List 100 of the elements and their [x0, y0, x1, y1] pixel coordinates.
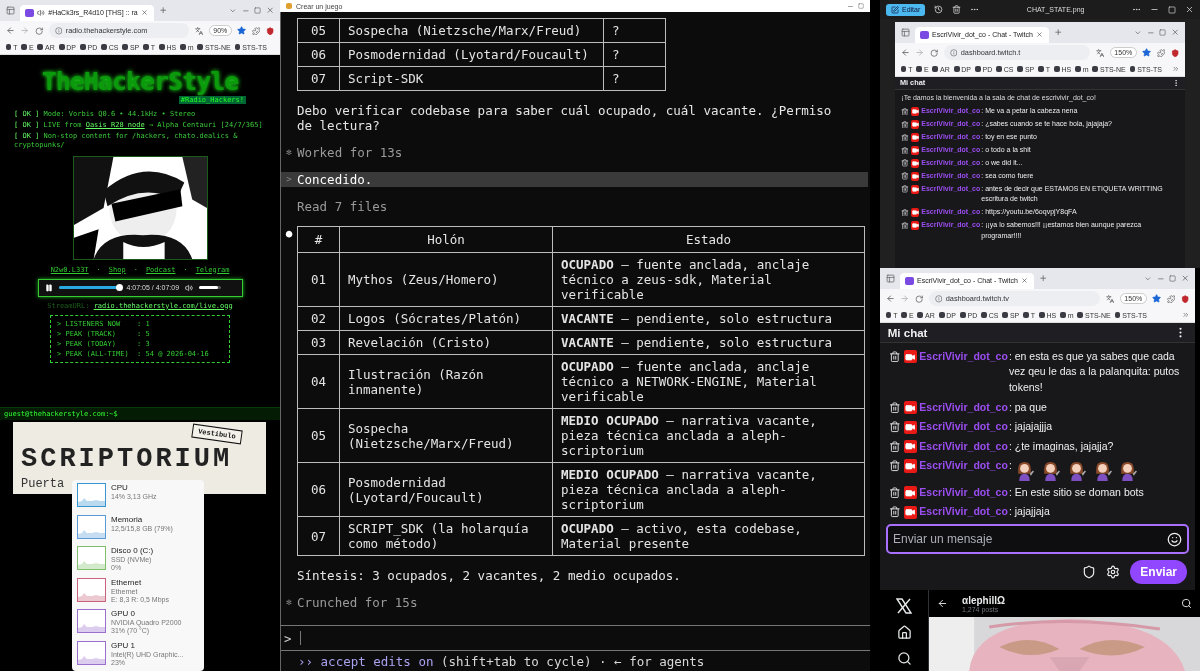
delete-icon[interactable] — [901, 133, 909, 142]
delete-icon[interactable] — [889, 350, 901, 363]
settings-icon[interactable] — [1106, 565, 1121, 579]
search-icon[interactable] — [896, 651, 912, 666]
chevron-down-icon[interactable] — [1143, 274, 1152, 283]
video-badge-icon — [903, 401, 917, 415]
delete-icon[interactable] — [889, 486, 901, 499]
delete-icon[interactable] — [901, 172, 909, 181]
extension-icon[interactable] — [252, 26, 261, 35]
favicon-icon — [959, 312, 966, 319]
info-icon[interactable] — [54, 26, 63, 35]
reload-icon[interactable] — [34, 26, 44, 35]
tab-list-icon[interactable] — [885, 273, 895, 284]
favicon-icon — [953, 66, 960, 73]
delete-icon[interactable] — [901, 146, 909, 155]
favorite-star-icon[interactable] — [1152, 294, 1162, 304]
favorite-star-icon[interactable] — [1142, 48, 1152, 58]
chevron-down-icon[interactable] — [1133, 28, 1142, 37]
message-input[interactable]: Enviar un mensaje — [886, 524, 1189, 554]
column-header: # — [297, 226, 340, 253]
username[interactable]: EscriVivir_dot_co — [919, 419, 1008, 435]
speaker-icon[interactable] — [37, 8, 45, 17]
translate-icon[interactable] — [1095, 48, 1105, 57]
usage-graph[interactable] — [77, 609, 106, 633]
translate-icon[interactable] — [1105, 294, 1115, 303]
maximize-icon[interactable] — [254, 7, 262, 14]
volume-track[interactable] — [199, 286, 222, 290]
delete-icon[interactable] — [901, 159, 909, 168]
table-cell: ? — [603, 42, 666, 67]
prompt-input[interactable]: > — [281, 626, 870, 651]
send-button[interactable]: Enviar — [1130, 560, 1187, 584]
translate-icon[interactable] — [194, 26, 204, 35]
maximize-icon[interactable] — [858, 3, 864, 9]
table-cell: 07 — [297, 66, 340, 91]
progress-track[interactable] — [58, 286, 121, 290]
delete-icon[interactable] — [889, 421, 901, 433]
delete-icon[interactable] — [952, 5, 962, 14]
delete-icon[interactable] — [901, 185, 909, 194]
favicon-icon — [920, 30, 929, 39]
favicon-icon — [981, 312, 987, 319]
username[interactable]: EscriVivir_dot_co — [919, 399, 1008, 416]
delete-icon[interactable] — [901, 120, 909, 129]
username[interactable]: EscriVivir_dot_co — [919, 484, 1008, 501]
delete-icon[interactable] — [901, 208, 909, 217]
extension-icon[interactable] — [1157, 48, 1166, 57]
delete-icon[interactable] — [889, 460, 901, 472]
username[interactable]: EscriVivir_dot_co — [919, 457, 1008, 474]
favicon-icon — [1023, 312, 1029, 319]
video-badge-icon — [910, 185, 920, 194]
video-badge-icon — [910, 133, 920, 142]
favicon-icon — [79, 44, 86, 51]
new-tab-icon[interactable] — [158, 6, 168, 15]
shield-icon[interactable] — [1082, 565, 1097, 579]
favorite-star-icon[interactable] — [237, 26, 247, 36]
usage-graph[interactable] — [77, 546, 106, 570]
delete-icon[interactable] — [901, 221, 909, 230]
maximize-icon[interactable] — [1159, 29, 1167, 36]
more-bookmarks-icon[interactable] — [1181, 311, 1190, 319]
tool-note: Read 7 files — [297, 199, 389, 214]
assistant-message: Debo verificar codebase para saber cuál ocupado, cuál vacante. ¿Permiso de lectura? — [297, 103, 833, 133]
table-cell: Revelación (Cristo) — [339, 330, 553, 355]
back-icon[interactable] — [937, 598, 948, 609]
more-options-icon[interactable] — [970, 5, 980, 14]
rotate-icon[interactable] — [934, 5, 944, 14]
search-icon[interactable] — [1181, 598, 1192, 609]
delete-icon[interactable] — [889, 401, 901, 414]
extension-icon[interactable] — [1167, 294, 1176, 303]
more-options-icon[interactable] — [1132, 5, 1141, 14]
delete-icon[interactable] — [889, 506, 901, 518]
chat-message-text: : pa que — [1008, 399, 1048, 415]
favicon-icon — [101, 44, 107, 51]
tab-list-icon[interactable] — [5, 5, 15, 16]
progress-thumb[interactable] — [115, 283, 123, 291]
usage-graph[interactable] — [77, 577, 106, 602]
new-tab-icon[interactable] — [1053, 28, 1063, 37]
home-icon[interactable] — [896, 625, 912, 640]
tab-list-icon[interactable] — [900, 27, 910, 38]
more-bookmarks-icon[interactable] — [1171, 65, 1180, 73]
chevron-down-icon[interactable] — [228, 6, 237, 15]
emoji-icon[interactable] — [1167, 531, 1182, 547]
reload-icon[interactable] — [929, 48, 939, 57]
usage-graph[interactable] — [77, 483, 106, 507]
username[interactable]: EscriVivir_dot_co — [919, 348, 1008, 365]
pause-icon[interactable] — [44, 283, 53, 292]
table-cell: Posmodernidad (Lyotard/Foucault) — [339, 42, 604, 67]
username[interactable]: EscriVivir_dot_co — [919, 504, 1008, 520]
volume-icon[interactable] — [185, 283, 194, 292]
info-icon[interactable] — [934, 294, 943, 303]
reload-icon[interactable] — [914, 294, 924, 303]
new-tab-icon[interactable] — [1038, 274, 1048, 283]
username[interactable]: EscriVivir_dot_co — [919, 438, 1008, 455]
logo-icon[interactable] — [896, 598, 912, 614]
delete-icon[interactable] — [901, 107, 909, 116]
info-icon[interactable] — [949, 48, 958, 57]
close-icon[interactable] — [1185, 5, 1194, 14]
usage-graph[interactable] — [77, 514, 106, 539]
usage-graph[interactable] — [77, 640, 106, 665]
resource-name: Memoria — [111, 514, 144, 524]
maximize-icon[interactable] — [1169, 275, 1177, 282]
delete-icon[interactable] — [889, 440, 901, 453]
